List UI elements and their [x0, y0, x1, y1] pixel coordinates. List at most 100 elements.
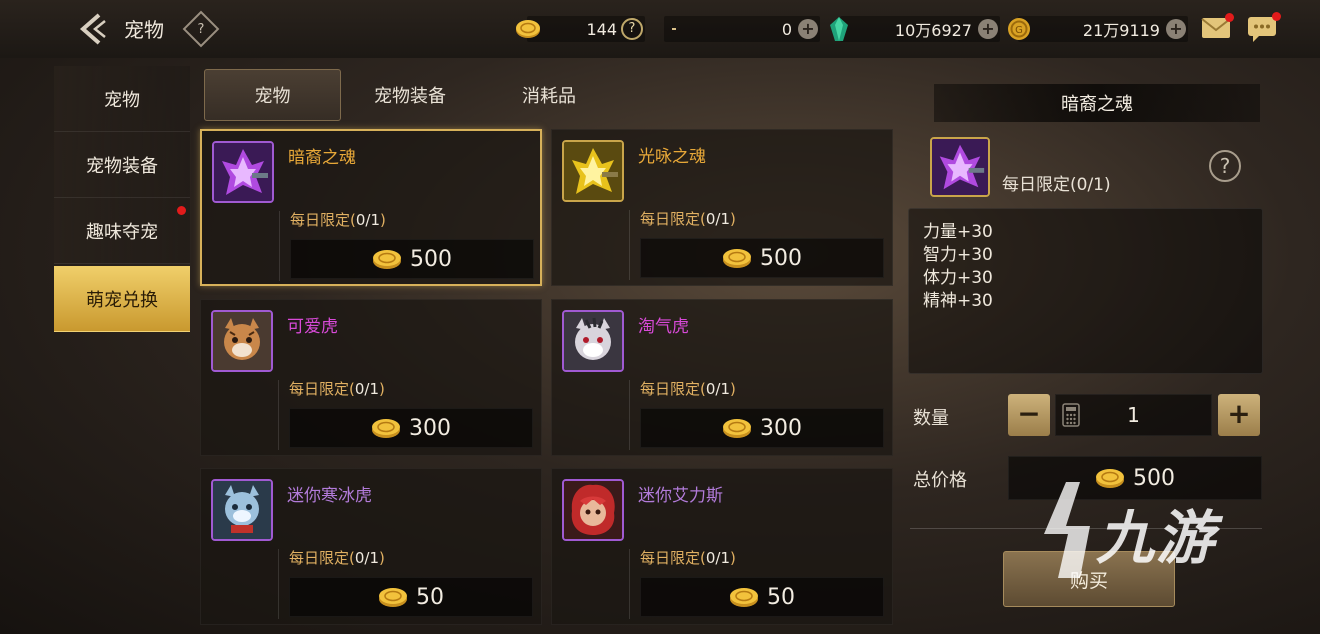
item-card[interactable]: 光咏之魂 每日限定(0/1) 500: [551, 129, 893, 286]
item-name: 迷你寒冰虎: [287, 486, 372, 506]
divider: [629, 549, 630, 619]
item-card[interactable]: 可爱虎 每日限定(0/1) 300: [200, 299, 542, 456]
gold-coin-icon: [379, 588, 407, 607]
price-value: 300: [409, 415, 451, 441]
back-button[interactable]: [72, 8, 114, 50]
stats-box: 力量+30 智力+30 体力+30 精神+30: [908, 208, 1263, 374]
tab-pet-equipment[interactable]: 宠物装备: [341, 69, 479, 121]
crescent-icon: [658, 19, 676, 39]
svg-text:G: G: [1015, 25, 1023, 36]
item-card[interactable]: 淘气虎 每日限定(0/1) 300: [551, 299, 893, 456]
price-value: 500: [760, 245, 802, 271]
daily-limit: 每日限定(0/1): [290, 211, 386, 229]
quantity-increase-button[interactable]: +: [1218, 394, 1260, 436]
ailisi-icon: [564, 481, 622, 539]
quantity-value: 1: [1127, 403, 1140, 427]
item-card[interactable]: 迷你寒冰虎 每日限定(0/1) 50: [200, 468, 542, 625]
dark-soul-icon: [214, 143, 272, 201]
notification-dot: [1272, 12, 1281, 21]
add-currency-button[interactable]: +: [1166, 19, 1186, 39]
notification-dot: [177, 206, 186, 215]
cute-tiger-thumbnail: [211, 310, 273, 372]
daily-limit: 每日限定(0/1): [289, 380, 385, 398]
currency-value: 21万9119: [1082, 21, 1160, 40]
price-value: 50: [416, 584, 444, 610]
detail-thumbnail: [930, 137, 990, 197]
stat-spirit: 精神+30: [923, 291, 993, 311]
nav-item-pet-exchange[interactable]: 萌宠兑换: [54, 266, 190, 332]
gold-coin-icon: [723, 419, 751, 438]
nav-item-fun-pet-grab[interactable]: 趣味夺宠: [54, 198, 190, 264]
currency-crescent: 0 +: [658, 16, 820, 42]
question-icon: ?: [197, 21, 205, 37]
total-price-label: 总价格: [913, 470, 967, 491]
price-box: 300: [289, 408, 533, 448]
currency-gold-medal: G 21万9119 +: [1008, 16, 1188, 42]
price-value: 500: [410, 246, 452, 272]
divider: [279, 211, 280, 281]
price-box: 500: [290, 239, 534, 279]
mail-button[interactable]: [1201, 13, 1234, 39]
top-bar: 宠物 ? 144 ? 0 + 10万6927 + G 21万9119 +: [0, 0, 1320, 58]
page-title: 宠物: [124, 18, 164, 42]
divider: [629, 210, 630, 280]
daily-limit: 每日限定(0/1): [640, 380, 736, 398]
tab-label: 宠物装备: [374, 86, 446, 107]
currency-value: 10万6927: [894, 21, 972, 40]
item-card[interactable]: 迷你艾力斯 每日限定(0/1) 50: [551, 468, 893, 625]
item-name: 光咏之魂: [638, 147, 706, 167]
quantity-label: 数量: [913, 408, 949, 429]
gold-medal-icon: G: [1008, 18, 1030, 40]
quantity-input[interactable]: 1: [1055, 394, 1212, 436]
item-card[interactable]: 暗裔之魂 每日限定(0/1) 500: [200, 129, 542, 286]
gold-coin-icon: [373, 250, 401, 269]
light-soul-icon: [564, 142, 622, 200]
ailisi-thumbnail: [562, 479, 624, 541]
add-currency-button[interactable]: +: [798, 19, 818, 39]
nav-item-label: 宠物: [104, 89, 140, 111]
nav-item-label: 宠物装备: [86, 155, 158, 177]
cute-tiger-icon: [213, 312, 271, 370]
tab-label: 宠物: [254, 86, 291, 107]
detail-title: 暗裔之魂: [934, 84, 1260, 122]
tab-pet[interactable]: 宠物: [204, 69, 341, 121]
gold-coin-icon: [516, 20, 540, 38]
chat-button[interactable]: [1247, 12, 1281, 43]
stat-strength: 力量+30: [923, 222, 993, 242]
price-box: 300: [640, 408, 884, 448]
currency-gold-coin: 144 ?: [516, 16, 645, 42]
price-box: 500: [640, 238, 884, 278]
dark-soul-icon: [932, 139, 988, 195]
gold-coin-icon: [723, 249, 751, 268]
left-nav: 宠物 宠物装备 趣味夺宠 萌宠兑换: [54, 66, 190, 332]
daily-limit: 每日限定(0/1): [640, 549, 736, 567]
nav-item-label: 萌宠兑换: [86, 289, 158, 311]
currency-green-crystal: 10万6927 +: [830, 16, 1000, 42]
add-currency-button[interactable]: +: [978, 19, 998, 39]
naughty-tiger-thumbnail: [562, 310, 624, 372]
help-button[interactable]: ?: [182, 10, 220, 48]
item-name: 淘气虎: [638, 317, 689, 337]
calculator-icon: [1062, 403, 1080, 427]
detail-help-button[interactable]: ?: [1209, 150, 1241, 182]
watermark-logo: 九游: [1032, 478, 1216, 588]
green-crystal-icon: [830, 17, 848, 41]
item-name: 暗裔之魂: [288, 148, 356, 168]
daily-limit: 每日限定(0/1): [640, 210, 736, 228]
nav-item-label: 趣味夺宠: [86, 221, 158, 243]
price-value: 50: [767, 584, 795, 610]
divider: [629, 380, 630, 450]
tab-consumables[interactable]: 消耗品: [479, 69, 619, 121]
currency-value: 0: [781, 19, 792, 39]
category-tabs: 宠物 宠物装备 消耗品: [204, 69, 619, 121]
stat-vitality: 体力+30: [923, 268, 993, 288]
quantity-decrease-button[interactable]: −: [1008, 394, 1050, 436]
price-box: 50: [289, 577, 533, 617]
nav-item-pet[interactable]: 宠物: [54, 66, 190, 132]
price-box: 50: [640, 577, 884, 617]
item-name: 可爱虎: [287, 317, 338, 337]
currency-help-button[interactable]: ?: [621, 18, 643, 40]
dark-soul-thumbnail: [212, 141, 274, 203]
nav-item-pet-equipment[interactable]: 宠物装备: [54, 132, 190, 198]
nine-game-logo-icon: [1044, 482, 1090, 578]
